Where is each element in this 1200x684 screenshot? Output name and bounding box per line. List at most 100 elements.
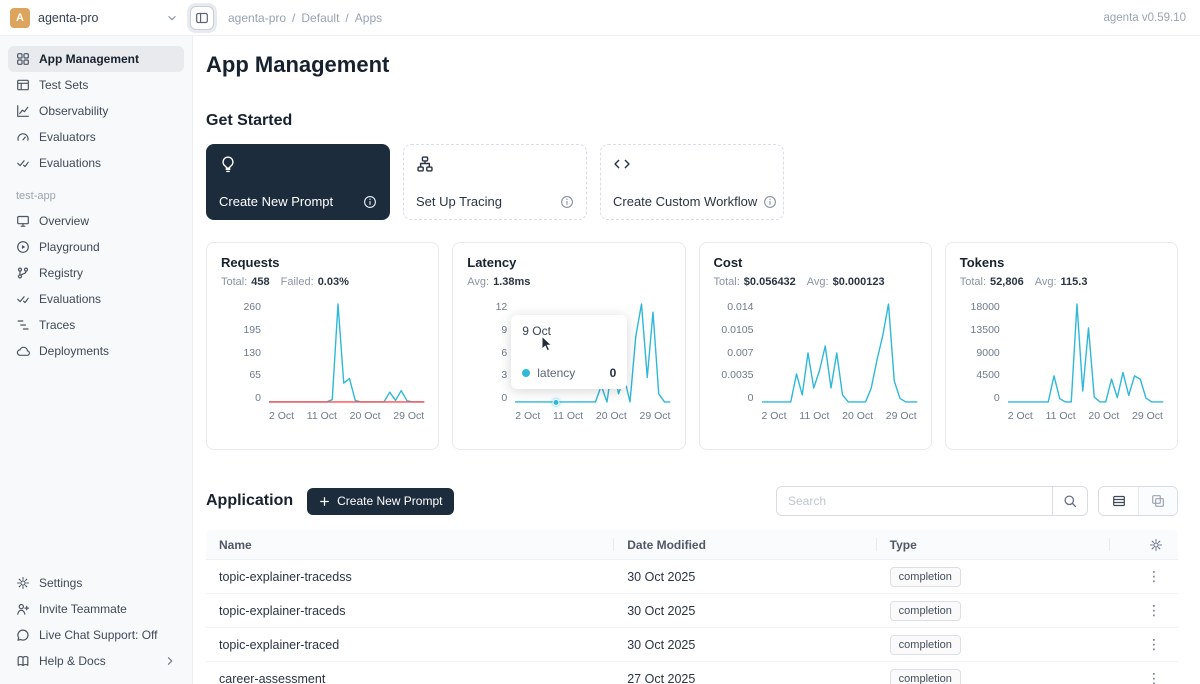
app-date-modified: 27 Oct 2025 bbox=[614, 672, 876, 684]
sidebar-item-registry[interactable]: Registry bbox=[8, 260, 184, 286]
sidebar-item-settings[interactable]: Settings bbox=[8, 570, 184, 596]
table-row[interactable]: topic-explainer-traced 30 Oct 2025 compl… bbox=[206, 628, 1178, 662]
more-vertical-icon: ⋮ bbox=[1147, 636, 1161, 653]
cost-plot[interactable] bbox=[762, 302, 917, 404]
chart-line-icon bbox=[16, 104, 30, 118]
cost-chart[interactable]: 0.0140.01050.0070.00350 2 Oct11 Oct20 Oc… bbox=[714, 302, 917, 422]
tokens-chart[interactable]: 1800013500900045000 2 Oct11 Oct20 Oct29 … bbox=[960, 302, 1163, 422]
stat-card-requests: Requests Total: 458 Failed: 0.03% 260195… bbox=[206, 242, 439, 450]
sidebar-item-invite-teammate[interactable]: Invite Teammate bbox=[8, 596, 184, 622]
double-check-icon bbox=[16, 156, 30, 170]
topbar: A agenta-pro agenta-pro / Default / Apps… bbox=[0, 0, 1200, 36]
list-tree-icon bbox=[16, 318, 30, 332]
sidebar-item-playground[interactable]: Playground bbox=[8, 234, 184, 260]
sidebar-item-deployments[interactable]: Deployments bbox=[8, 338, 184, 364]
breadcrumb-workspace[interactable]: agenta-pro bbox=[228, 11, 286, 25]
tooltip-series-row: latency 0 bbox=[522, 366, 616, 380]
chevron-down-icon bbox=[166, 12, 178, 24]
sidebar-toggle-button[interactable] bbox=[190, 6, 214, 30]
info-icon[interactable] bbox=[763, 195, 777, 209]
lightbulb-icon bbox=[219, 155, 377, 173]
table-settings-button[interactable] bbox=[1110, 530, 1178, 559]
set-up-tracing-card[interactable]: Set Up Tracing bbox=[403, 144, 587, 220]
stat-card-tokens: Tokens Total: 52,806 Avg: 115.3 18000135… bbox=[945, 242, 1178, 450]
card-view-icon bbox=[1151, 494, 1165, 508]
sidebar-item-overview[interactable]: Overview bbox=[8, 208, 184, 234]
create-custom-workflow-card[interactable]: Create Custom Workflow bbox=[600, 144, 784, 220]
row-menu-button[interactable]: ⋮ bbox=[1110, 636, 1178, 653]
requests-plot[interactable] bbox=[269, 302, 424, 404]
stat-metrics: Total: $0.056432 Avg: $0.000123 bbox=[714, 276, 917, 288]
stat-title: Tokens bbox=[960, 255, 1163, 270]
create-button-label: Create New Prompt bbox=[337, 494, 442, 508]
card-view-button[interactable] bbox=[1138, 487, 1177, 515]
sidebar-item-label: Evaluators bbox=[39, 130, 96, 144]
row-menu-button[interactable]: ⋮ bbox=[1110, 568, 1178, 585]
sidebar-app-nav: Overview Playground Registry Evaluations… bbox=[8, 208, 184, 364]
cloud-icon bbox=[16, 344, 30, 358]
more-vertical-icon: ⋮ bbox=[1147, 568, 1161, 585]
sidebar-item-app-evaluations[interactable]: Evaluations bbox=[8, 286, 184, 312]
sidebar-item-app-management[interactable]: App Management bbox=[8, 46, 184, 72]
gear-icon bbox=[1149, 538, 1163, 552]
tokens-plot[interactable] bbox=[1008, 302, 1163, 404]
workspace-avatar: A bbox=[10, 8, 30, 28]
breadcrumb-page[interactable]: Apps bbox=[355, 11, 382, 25]
sidebar-item-evaluations[interactable]: Evaluations bbox=[8, 150, 184, 176]
app-version: agenta v0.59.10 bbox=[1104, 12, 1187, 24]
create-new-prompt-card[interactable]: Create New Prompt bbox=[206, 144, 390, 220]
sidebar-item-live-chat-support[interactable]: Live Chat Support: Off bbox=[8, 622, 184, 648]
application-title: Application bbox=[206, 492, 293, 510]
y-axis: 260195130650 bbox=[221, 302, 261, 404]
sidebar-item-label: Help & Docs bbox=[39, 654, 106, 668]
table-row[interactable]: topic-explainer-tracedss 30 Oct 2025 com… bbox=[206, 560, 1178, 594]
sidebar-item-evaluators[interactable]: Evaluators bbox=[8, 124, 184, 150]
type-badge: completion bbox=[890, 567, 961, 587]
stat-title: Latency bbox=[467, 255, 670, 270]
row-menu-button[interactable]: ⋮ bbox=[1110, 670, 1178, 684]
sidebar-item-label: Test Sets bbox=[39, 78, 88, 92]
view-toggle bbox=[1098, 486, 1178, 516]
info-icon[interactable] bbox=[560, 195, 574, 209]
row-menu-button[interactable]: ⋮ bbox=[1110, 602, 1178, 619]
workspace-selector[interactable]: A agenta-pro bbox=[10, 8, 178, 28]
breadcrumb-separator: / bbox=[292, 11, 295, 25]
sidebar-item-label: Evaluations bbox=[39, 156, 101, 170]
chart-tooltip: 9 Oct latency 0 bbox=[511, 315, 627, 389]
info-icon[interactable] bbox=[363, 195, 377, 209]
sidebar-item-help-docs[interactable]: Help & Docs bbox=[8, 648, 184, 674]
table-row[interactable]: career-assessment 27 Oct 2025 completion… bbox=[206, 662, 1178, 684]
sidebar-item-label: Overview bbox=[39, 214, 89, 228]
sidebar-item-label: Observability bbox=[39, 104, 108, 118]
sidebar-item-traces[interactable]: Traces bbox=[8, 312, 184, 338]
get-started-title: Get Started bbox=[206, 112, 1178, 130]
table-view-button[interactable] bbox=[1099, 487, 1138, 515]
type-badge: completion bbox=[890, 669, 961, 684]
monitor-icon bbox=[16, 214, 30, 228]
stat-metrics: Total: 458 Failed: 0.03% bbox=[221, 276, 424, 288]
sidebar-app-section-label: test-app bbox=[16, 190, 184, 202]
double-check-icon bbox=[16, 292, 30, 306]
sidebar-item-label: Registry bbox=[39, 266, 83, 280]
requests-chart[interactable]: 260195130650 2 Oct11 Oct20 Oct29 Oct bbox=[221, 302, 424, 422]
y-axis: 1800013500900045000 bbox=[960, 302, 1000, 404]
create-new-prompt-button[interactable]: Create New Prompt bbox=[307, 488, 454, 515]
stat-title: Requests bbox=[221, 255, 424, 270]
y-axis: 0.0140.01050.0070.00350 bbox=[714, 302, 754, 404]
sidebar-item-test-sets[interactable]: Test Sets bbox=[8, 72, 184, 98]
breadcrumb-project[interactable]: Default bbox=[301, 11, 339, 25]
search bbox=[776, 486, 1088, 516]
panel-collapse-icon bbox=[195, 11, 209, 25]
x-axis: 2 Oct11 Oct20 Oct29 Oct bbox=[762, 404, 917, 422]
search-input[interactable] bbox=[776, 486, 1052, 516]
application-controls bbox=[776, 486, 1178, 516]
tooltip-value: 0 bbox=[610, 366, 617, 380]
sidebar-item-observability[interactable]: Observability bbox=[8, 98, 184, 124]
gauge-icon bbox=[16, 130, 30, 144]
x-axis: 2 Oct11 Oct20 Oct29 Oct bbox=[515, 404, 670, 422]
table-row[interactable]: topic-explainer-traceds 30 Oct 2025 comp… bbox=[206, 594, 1178, 628]
sidebar-bottom-nav: Settings Invite Teammate Live Chat Suppo… bbox=[8, 570, 184, 674]
search-button[interactable] bbox=[1052, 486, 1088, 516]
stats-row: Requests Total: 458 Failed: 0.03% 260195… bbox=[206, 242, 1178, 450]
card-label: Set Up Tracing bbox=[416, 194, 502, 209]
